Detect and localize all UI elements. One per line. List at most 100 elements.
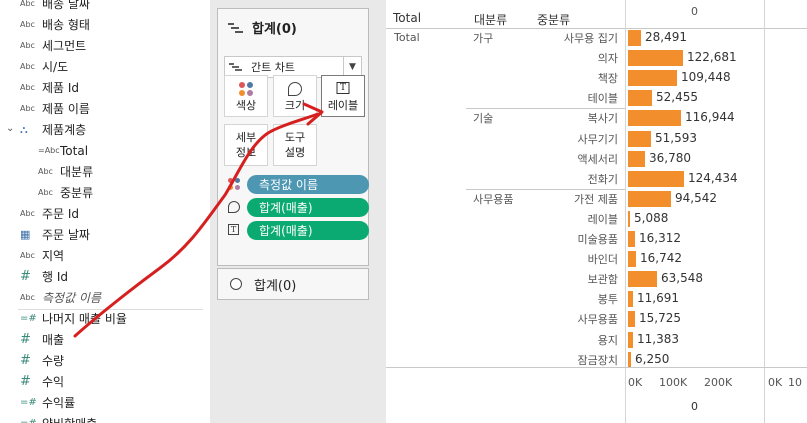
bar-value-label: 124,434 <box>688 170 738 185</box>
bar-mark[interactable] <box>628 271 657 288</box>
header-divider <box>386 28 807 29</box>
bar-mark[interactable] <box>628 190 671 207</box>
bar-value-label: 6,250 <box>635 351 670 366</box>
bar-mark[interactable] <box>628 210 630 227</box>
category-label: 사무용품 <box>473 192 514 206</box>
field-item[interactable]: # 매출 <box>20 329 64 350</box>
detail-button[interactable]: 세부 정보 <box>224 124 268 166</box>
detail-button-label-1: 세부 <box>235 131 257 144</box>
label-text-icon: T <box>336 82 350 94</box>
field-item[interactable]: Abc 측정값 이름 <box>20 287 101 308</box>
size-pill-row: 합계(매출) <box>228 198 369 217</box>
axis-tick-label: 0K <box>628 376 643 389</box>
field-item[interactable]: Abc 시/도 <box>20 56 68 77</box>
label-pill[interactable]: 합계(매출) <box>247 221 369 240</box>
bar-mark[interactable] <box>628 251 636 268</box>
measure-icon: # <box>20 374 31 389</box>
subcategory-label: 테이블 <box>587 92 618 106</box>
field-item[interactable]: ⛬ 제품계층 <box>20 119 86 140</box>
bar-mark[interactable] <box>628 311 635 328</box>
size-pill[interactable]: 합계(매출) <box>247 198 369 217</box>
chart-view: Total 대분류 중분류 0 Total 가구 사무용 집기 28,491 의자 12… <box>386 0 807 423</box>
field-item[interactable]: =Abc Total <box>38 140 88 161</box>
label-pill-row: T 합계(매출) <box>228 221 369 240</box>
dimension-icon: Abc <box>20 0 35 8</box>
field-item[interactable]: =# 수익률 <box>20 392 75 413</box>
tableau-workspace: Abc 배송 날짜 Abc 배송 형태 Abc 세그먼트 Abc 시/도 Abc 제품 Id Abc… <box>0 0 807 423</box>
bar-mark[interactable] <box>628 110 681 127</box>
header-total: Total <box>393 11 422 25</box>
subcategory-label: 잠금장치 <box>577 353 618 367</box>
field-label: 나머지 매출 비율 <box>42 312 127 326</box>
field-item[interactable]: ▦ 주문 날짜 <box>20 224 90 245</box>
bar-mark[interactable] <box>628 70 677 87</box>
bar-value-label: 28,491 <box>645 30 687 44</box>
measure-icon: # <box>20 353 31 368</box>
color-pill[interactable]: 측정값 이름 <box>247 175 369 194</box>
marks-card-header[interactable]: 합계(0) <box>228 18 297 37</box>
second-marks-card[interactable]: 합계(0) <box>217 268 369 300</box>
dimension-icon: Abc <box>20 209 35 218</box>
tooltip-button[interactable]: 도구 설명 <box>273 124 317 166</box>
field-item[interactable]: # 수익 <box>20 371 64 392</box>
dimension-icon: Abc <box>20 20 35 29</box>
bar-mark[interactable] <box>628 30 641 46</box>
label-text-icon: T <box>228 223 244 238</box>
bar-mark[interactable] <box>628 231 635 247</box>
bar-value-label: 94,542 <box>675 190 717 205</box>
bar-mark[interactable] <box>628 170 684 187</box>
dimension-icon: Abc <box>20 251 35 260</box>
size-icon <box>228 200 244 215</box>
color-button-label: 색상 <box>235 99 257 112</box>
field-item[interactable]: Abc 제품 이름 <box>20 98 90 119</box>
label-button[interactable]: T 레이블 <box>321 75 365 117</box>
bar-mark[interactable] <box>628 90 652 107</box>
axis-top-zero: 0 <box>691 5 698 18</box>
subcategory-label: 봉투 <box>597 293 618 307</box>
color-dots-icon <box>228 177 244 192</box>
gantt-chart-icon <box>228 22 244 34</box>
bar-mark[interactable] <box>628 351 631 368</box>
field-item[interactable]: Abc 배송 날짜 <box>20 0 90 14</box>
field-item[interactable]: Abc 배송 형태 <box>20 14 90 35</box>
bar-value-label: 11,691 <box>637 291 679 306</box>
radio-icon[interactable] <box>230 278 242 290</box>
field-item[interactable]: # 수량 <box>20 350 64 371</box>
dimension-icon: =Abc <box>38 146 60 155</box>
field-label: 제품 Id <box>42 81 80 95</box>
dimension-icon: Abc <box>20 41 35 50</box>
field-label: 세그먼트 <box>42 39 87 53</box>
calculated-measure-icon: =# <box>20 418 42 423</box>
field-item[interactable]: Abc 지역 <box>20 245 64 266</box>
bar-mark[interactable] <box>628 50 683 67</box>
bar-mark[interactable] <box>628 130 651 147</box>
bar-value-label: 16,742 <box>640 251 682 266</box>
chevron-down-icon[interactable]: ▼ <box>343 57 361 77</box>
field-label: 중분류 <box>60 186 94 200</box>
bar-mark[interactable] <box>628 331 633 348</box>
field-item[interactable]: Abc 중분류 <box>38 182 93 203</box>
axis-tick-label: 100K <box>659 376 688 389</box>
calculated-measure-icon: =# <box>20 313 37 324</box>
label-button-label: 레이블 <box>327 99 359 112</box>
bar-mark[interactable] <box>628 150 645 167</box>
chevron-down-icon[interactable]: ⌄ <box>6 123 14 134</box>
field-item[interactable]: # 행 Id <box>20 266 68 287</box>
field-item[interactable]: =#약비학매출 <box>20 413 97 423</box>
dimension-icon: Abc <box>20 104 35 113</box>
bar-mark[interactable] <box>628 291 633 308</box>
field-label: 시/도 <box>42 60 69 74</box>
field-item[interactable]: =# 나머지 매출 비율 <box>20 308 127 329</box>
calendar-icon: ▦ <box>20 228 31 241</box>
size-button[interactable]: 크기 <box>273 75 317 117</box>
field-item[interactable]: Abc 대분류 <box>38 161 93 182</box>
field-item[interactable]: Abc 제품 Id <box>20 77 79 98</box>
field-item[interactable]: Abc 세그먼트 <box>20 35 86 56</box>
field-item[interactable]: Abc 주문 Id <box>20 203 79 224</box>
field-label: 매출 <box>42 333 65 347</box>
dimension-icon: Abc <box>20 62 35 71</box>
color-button[interactable]: 색상 <box>224 75 268 117</box>
subcategory-label: 미술용품 <box>577 233 618 246</box>
subcategory-label: 바인더 <box>587 253 618 267</box>
group-divider <box>466 188 625 190</box>
